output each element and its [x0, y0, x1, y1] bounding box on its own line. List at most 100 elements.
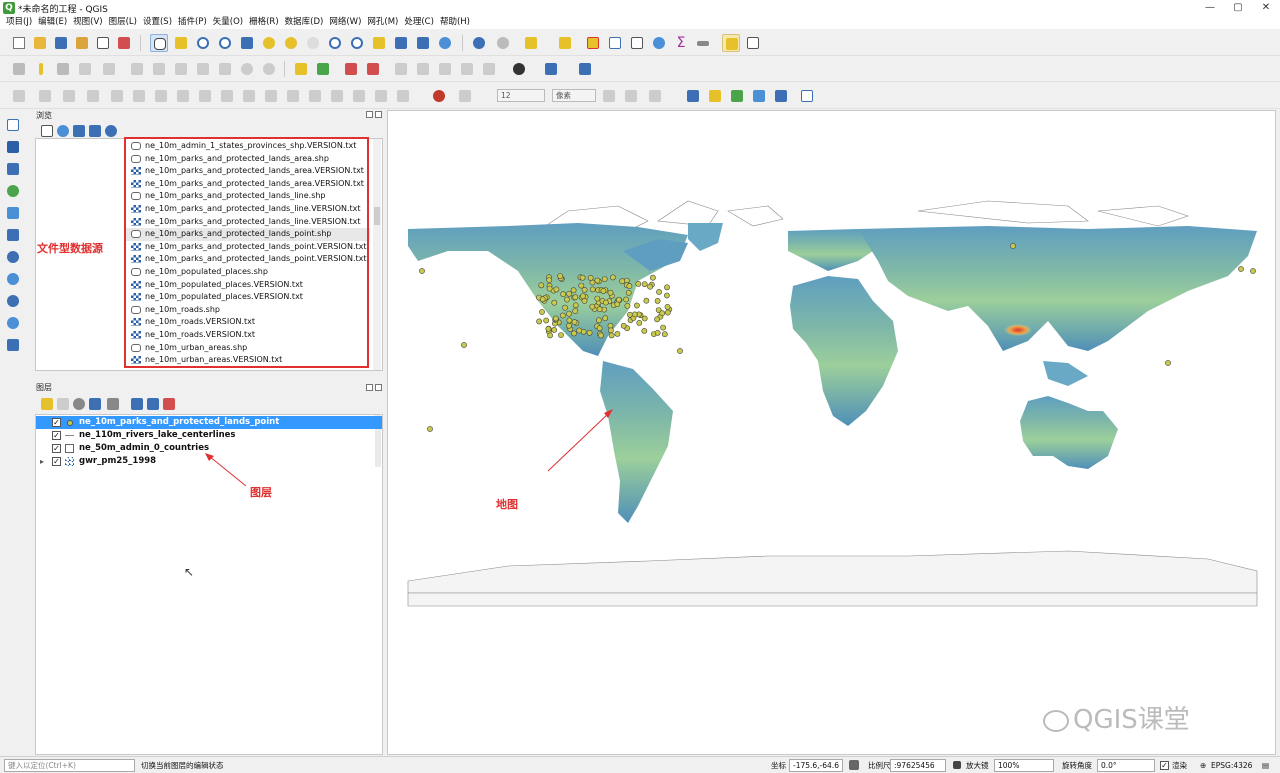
menu-view[interactable]: 视图(V) [70, 16, 105, 29]
menu-vector[interactable]: 矢量(O) [210, 16, 246, 29]
rotation-field[interactable]: 0.0° [1097, 759, 1155, 772]
style-manager-button[interactable] [115, 34, 133, 52]
layer-visibility-checkbox[interactable]: ✓ [52, 418, 61, 427]
merge-attributes-button[interactable] [328, 87, 346, 105]
advanced-digitize-button[interactable] [10, 87, 28, 105]
offset-symbols-button[interactable] [372, 87, 390, 105]
layers-float-button[interactable] [366, 384, 373, 391]
map-tips-button[interactable] [722, 34, 740, 52]
close-button[interactable]: ✕ [1252, 0, 1280, 16]
identify-button[interactable] [470, 34, 488, 52]
label-properties-button[interactable] [458, 60, 476, 78]
add-wms-icon[interactable] [4, 270, 22, 288]
filter-expression-icon[interactable] [104, 395, 122, 413]
layer-visibility-checkbox[interactable]: ✓ [52, 457, 61, 466]
browser-close-button[interactable] [375, 111, 382, 118]
validate-button[interactable] [798, 87, 816, 105]
add-part-button[interactable] [130, 87, 148, 105]
snap-tolerance-input[interactable]: 12 [497, 89, 545, 102]
menu-help[interactable]: 帮助(H) [437, 16, 473, 29]
zoom-selection-button[interactable] [260, 34, 278, 52]
new-project-button[interactable] [10, 34, 28, 52]
menu-mesh[interactable]: 网孔(M) [364, 16, 401, 29]
render-checkbox[interactable]: ✓ [1160, 761, 1169, 770]
refresh-button[interactable] [436, 34, 454, 52]
new-temporary-layer-icon[interactable] [4, 336, 22, 354]
zoom-layer-button[interactable] [282, 34, 300, 52]
add-ring-button[interactable] [108, 87, 126, 105]
crs-indicator-icon[interactable]: ⊕ [1200, 760, 1206, 771]
menu-plugins[interactable]: 插件(P) [175, 16, 210, 29]
vertex-tool-button[interactable] [100, 60, 118, 78]
browser-scrollbar[interactable] [373, 139, 381, 370]
cube-3d-button[interactable] [706, 87, 724, 105]
menu-raster[interactable]: 栅格(R) [246, 16, 282, 29]
layers-close-button[interactable] [375, 384, 382, 391]
snapping-mode-button[interactable] [456, 87, 474, 105]
add-vector-button[interactable] [728, 87, 746, 105]
simplify-button[interactable] [84, 87, 102, 105]
add-wfs-icon[interactable] [4, 292, 22, 310]
rotate-symbols-button[interactable] [350, 87, 368, 105]
attribute-table-button[interactable] [606, 34, 624, 52]
pan-to-selection-button[interactable] [172, 34, 190, 52]
add-mesh-icon[interactable] [4, 160, 22, 178]
reverse-line-button[interactable] [394, 87, 412, 105]
zoom-native-button[interactable] [304, 34, 322, 52]
toolbox-button[interactable] [650, 34, 668, 52]
add-delimited-text-icon[interactable] [4, 182, 22, 200]
select-by-value-button[interactable] [556, 34, 574, 52]
shape-digitize-button[interactable] [684, 87, 702, 105]
map-canvas[interactable]: 地图 QGIS课堂 [387, 110, 1276, 755]
zoom-in-button[interactable] [194, 34, 212, 52]
pan-tool-button[interactable] [150, 34, 168, 52]
add-postgis-icon[interactable] [4, 248, 22, 266]
deselect-button[interactable] [584, 34, 602, 52]
snap-on-intersection-button[interactable] [646, 87, 664, 105]
layer-visibility-checkbox[interactable]: ✓ [52, 431, 61, 440]
zoom-last-button[interactable] [326, 34, 344, 52]
fill-ring-button[interactable] [152, 87, 170, 105]
messages-icon[interactable]: ▤ [1262, 760, 1269, 771]
select-features-button[interactable] [522, 34, 540, 52]
menu-edit[interactable]: 编辑(E) [35, 16, 70, 29]
show-hide-labels-button[interactable] [364, 60, 382, 78]
filter-legend-icon[interactable] [86, 395, 104, 413]
toggle-extents-icon[interactable] [846, 757, 862, 773]
show-bookmarks-button[interactable] [414, 34, 432, 52]
layer-visibility-checkbox[interactable]: ✓ [52, 444, 61, 453]
label-toolbar-button[interactable] [292, 60, 310, 78]
add-raster-icon[interactable] [4, 138, 22, 156]
save-edits-button[interactable] [54, 60, 72, 78]
text-annotation-button[interactable] [744, 34, 762, 52]
intersection-snap-button[interactable] [622, 87, 640, 105]
locator-search-input[interactable]: 键入以定位(Ctrl+K) [4, 759, 135, 772]
maximize-button[interactable]: ▢ [1224, 0, 1252, 16]
trace-button[interactable] [750, 87, 768, 105]
scale-field[interactable]: :97625456 [890, 759, 946, 772]
actions-button[interactable] [494, 34, 512, 52]
delete-ring-button[interactable] [174, 87, 192, 105]
snapping-magnet-icon[interactable] [430, 87, 448, 105]
python-console-icon[interactable] [542, 60, 560, 78]
zoom-out-button[interactable] [216, 34, 234, 52]
redo-button[interactable] [260, 60, 278, 78]
measure-button[interactable] [694, 34, 712, 52]
add-virtual-layer-icon[interactable] [4, 226, 22, 244]
move-feature-button[interactable] [36, 87, 54, 105]
copy-features-button[interactable] [194, 60, 212, 78]
coordinate-field[interactable]: -175.6,-64.6 [789, 759, 843, 772]
remove-layer-icon[interactable] [160, 395, 178, 413]
zoom-next-button[interactable] [348, 34, 366, 52]
menu-processing[interactable]: 处理(C) [401, 16, 437, 29]
new-print-layout-button[interactable] [94, 34, 112, 52]
menu-web[interactable]: 网络(W) [326, 16, 364, 29]
crs-label[interactable]: EPSG:4326 [1211, 760, 1252, 771]
pin-labels-button[interactable] [342, 60, 360, 78]
browser-scrollbar-thumb[interactable] [374, 207, 380, 225]
change-label-button[interactable] [436, 60, 454, 78]
new-map-view-button[interactable] [370, 34, 388, 52]
delete-part-button[interactable] [196, 87, 214, 105]
expand-arrow-icon[interactable]: ▸ [40, 455, 44, 468]
statistics-sigma-icon[interactable]: Σ [672, 34, 690, 52]
